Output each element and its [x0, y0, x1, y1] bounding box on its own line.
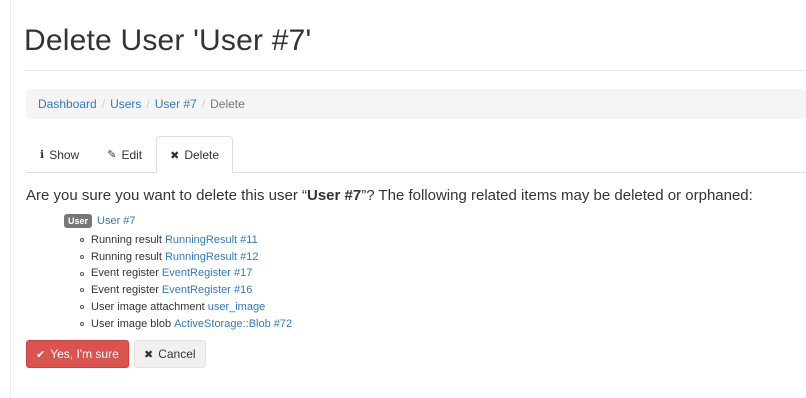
item-type: User image attachment — [91, 300, 205, 313]
related-items-list: Running result RunningResult #11 Running… — [80, 232, 292, 332]
item-link[interactable]: RunningResult #12 — [165, 249, 259, 266]
cancel-label: Cancel — [158, 347, 196, 361]
breadcrumb-separator: / — [101, 97, 106, 111]
list-item: Event register EventRegister #16 — [80, 282, 292, 299]
user-type-badge: User — [64, 214, 93, 228]
breadcrumb-current: Delete — [210, 97, 245, 111]
item-type: Running result — [91, 250, 162, 263]
breadcrumb-users[interactable]: Users — [110, 97, 141, 111]
left-border — [10, 0, 11, 398]
item-link[interactable]: user_image — [208, 299, 265, 316]
item-link[interactable]: RunningResult #11 — [165, 232, 258, 249]
tab-label: Edit — [121, 147, 143, 162]
item-link[interactable]: EventRegister #16 — [162, 282, 253, 299]
breadcrumb-separator: / — [146, 97, 150, 111]
tab-label: Show — [49, 147, 80, 162]
confirm-delete-button[interactable]: ✔ Yes, I'm sure — [26, 340, 129, 368]
item-type: Event register — [91, 267, 159, 280]
bullet-icon — [80, 271, 84, 276]
item-link[interactable]: ActiveStorage::Blob #72 — [174, 316, 292, 333]
pencil-icon: ✎ — [107, 149, 117, 161]
item-type: User image blob — [91, 317, 172, 330]
bullet-icon — [80, 288, 84, 293]
root-user-item: User User #7 — [64, 214, 136, 228]
item-type: Event register — [91, 284, 159, 297]
breadcrumb-user[interactable]: User #7 — [155, 97, 197, 111]
check-icon: ✔ — [36, 348, 46, 361]
action-tabs: ℹ Show ✎ Edit ✖ Delete — [26, 136, 806, 173]
confirm-delete-label: Yes, I'm sure — [50, 347, 119, 361]
bullet-icon — [80, 238, 84, 243]
breadcrumb-separator: / — [201, 97, 206, 111]
list-item: Event register EventRegister #17 — [80, 265, 292, 282]
bullet-icon — [80, 305, 84, 310]
confirm-prefix: Are you sure you want to delete this use… — [26, 187, 307, 204]
page-title: Delete User 'User #7' — [24, 24, 312, 57]
tab-label: Delete — [184, 148, 220, 162]
bullet-icon — [80, 321, 84, 326]
tab-edit[interactable]: ✎ Edit — [93, 136, 156, 172]
tab-show[interactable]: ℹ Show — [26, 136, 93, 172]
cancel-button[interactable]: ✖ Cancel — [134, 340, 206, 368]
item-type: Running result — [91, 234, 162, 246]
info-circle-icon: ℹ — [40, 149, 45, 161]
times-icon: ✖ — [144, 348, 154, 361]
confirm-suffix: ”? The following related items may be de… — [361, 187, 753, 204]
tab-delete[interactable]: ✖ Delete — [156, 136, 234, 173]
breadcrumb: Dashboard / Users / User #7 / Delete — [26, 89, 806, 119]
times-icon: ✖ — [170, 149, 180, 162]
breadcrumb-dashboard[interactable]: Dashboard — [38, 97, 97, 111]
root-user-link[interactable]: User #7 — [97, 215, 136, 227]
list-item: Running result RunningResult #12 — [80, 249, 292, 266]
list-item: User image attachment user_image — [80, 299, 292, 316]
title-divider — [24, 70, 806, 71]
list-item: User image blob ActiveStorage::Blob #72 — [80, 316, 292, 333]
confirm-user-name: User #7 — [306, 187, 362, 204]
item-link[interactable]: EventRegister #17 — [162, 265, 253, 282]
bullet-icon — [80, 255, 84, 260]
list-item: Running result RunningResult #11 — [80, 232, 292, 249]
delete-confirmation-text: Are you sure you want to delete this use… — [26, 187, 753, 204]
